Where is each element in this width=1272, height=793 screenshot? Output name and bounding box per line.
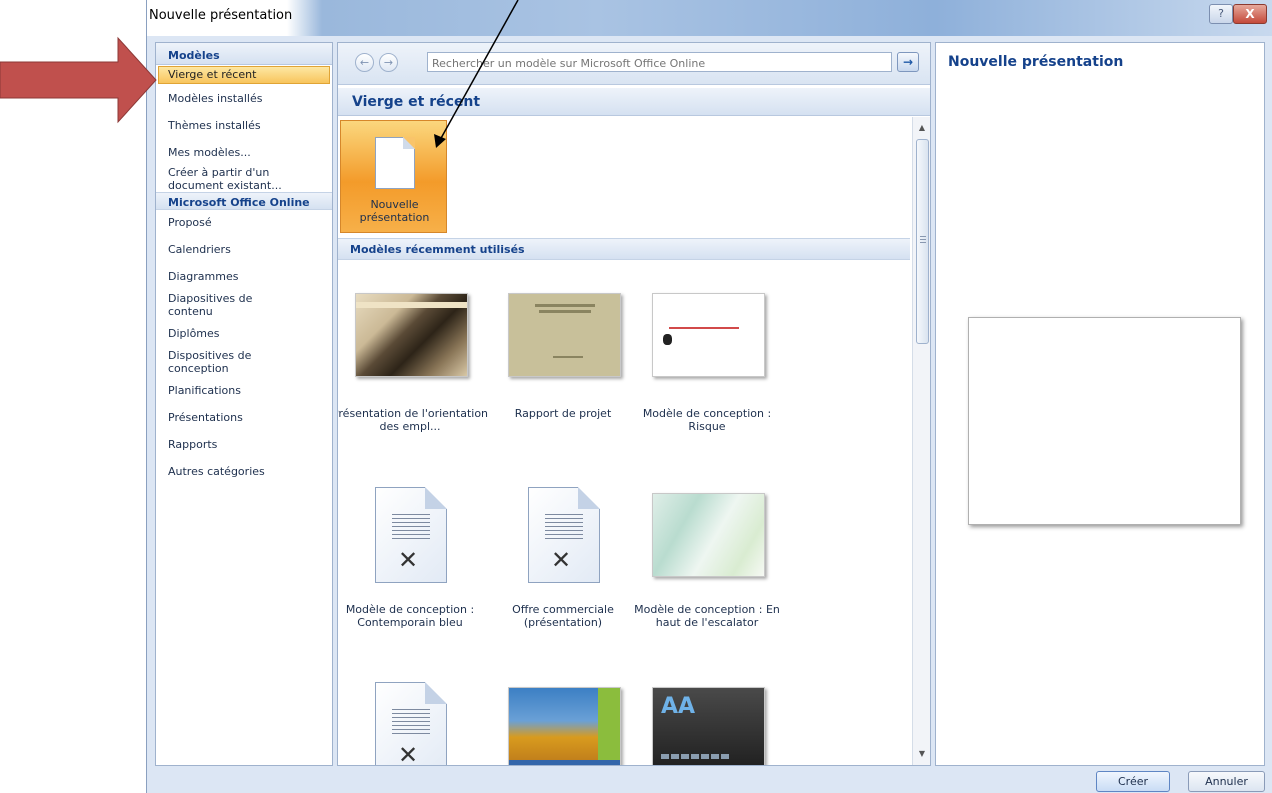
- forward-icon[interactable]: →: [379, 53, 398, 72]
- templates-main-pane: ← → → Vierge et récent Nouvelle présenta…: [337, 42, 931, 766]
- template-thumbnail-orientation: [355, 293, 468, 377]
- template-label: Modèle de conception : Risque: [642, 407, 772, 433]
- thumbnail-letters: AA: [661, 694, 696, 719]
- templates-sidebar: Modèles Vierge et récent Modèles install…: [155, 42, 333, 766]
- scroll-down-icon[interactable]: ▼: [915, 747, 929, 761]
- template-thumbnail-sunflower: [508, 687, 621, 765]
- new-presentation-dialog: Nouvelle présentation ? X Modèles Vierge…: [146, 0, 1272, 793]
- template-label: Modèle de conception : En haut de l'esca…: [634, 603, 780, 629]
- recent-templates-header: Modèles récemment utilisés: [338, 238, 910, 260]
- title-bar: Nouvelle présentation ? X: [147, 0, 1272, 36]
- create-button[interactable]: Créer: [1096, 771, 1170, 792]
- sidebar-item-installed-templates[interactable]: Modèles installés: [156, 92, 332, 105]
- template-document-icon: ✕: [508, 487, 621, 587]
- blank-document-icon: [375, 137, 415, 189]
- template-label: Offre commerciale (présentation): [512, 603, 614, 629]
- template-document-icon: ✕: [355, 682, 468, 765]
- templates-gallery: Nouvelle présentation Modèles récemment …: [338, 117, 910, 765]
- template-thumbnail-risk: [652, 293, 765, 377]
- sidebar-item-my-templates[interactable]: Mes modèles...: [156, 146, 332, 159]
- content-heading: Vierge et récent: [338, 88, 930, 116]
- sidebar-item-content-slides[interactable]: Diapositives de contenu: [156, 292, 266, 318]
- sidebar-item-calendars[interactable]: Calendriers: [156, 243, 332, 256]
- search-input[interactable]: [427, 52, 892, 72]
- sidebar-item-presentations[interactable]: Présentations: [156, 411, 332, 424]
- search-toolbar: ← → →: [338, 43, 930, 85]
- template-thumbnail-escalator: [652, 493, 765, 577]
- back-icon[interactable]: ←: [355, 53, 374, 72]
- sidebar-item-reports[interactable]: Rapports: [156, 438, 332, 451]
- sidebar-item-from-existing[interactable]: Créer à partir d'un document existant...: [156, 166, 296, 192]
- sidebar-online-header: Microsoft Office Online: [156, 192, 332, 210]
- preview-thumbnail: [968, 317, 1241, 525]
- scroll-up-icon[interactable]: ▲: [915, 121, 929, 135]
- preview-title: Nouvelle présentation: [948, 54, 1124, 70]
- sidebar-item-diplomas[interactable]: Diplômes: [156, 327, 332, 340]
- go-icon[interactable]: →: [897, 52, 919, 72]
- gallery-scrollbar[interactable]: ▲ ▼: [912, 117, 930, 765]
- preview-pane: Nouvelle présentation: [935, 42, 1265, 766]
- template-label: Présentation de l'orientation des empl..…: [338, 407, 489, 433]
- template-thumbnail-dark: AA: [652, 687, 765, 765]
- red-annotation-arrow: [0, 36, 157, 124]
- sidebar-header: Modèles: [156, 43, 332, 65]
- blank-presentation-label: Nouvelle présentation: [359, 198, 430, 224]
- template-document-icon: ✕: [355, 487, 468, 587]
- template-label: Modèle de conception : Contemporain bleu: [345, 603, 475, 629]
- cancel-button[interactable]: Annuler: [1188, 771, 1265, 792]
- sidebar-item-featured[interactable]: Proposé: [156, 216, 332, 229]
- help-icon[interactable]: ?: [1209, 4, 1233, 24]
- sidebar-item-design-slides[interactable]: Dispositives de conception: [156, 349, 266, 375]
- screenshot-root: Nouvelle présentation ? X Modèles Vierge…: [0, 0, 1272, 793]
- scrollbar-thumb[interactable]: [916, 139, 929, 344]
- blank-presentation-tile[interactable]: Nouvelle présentation: [340, 120, 447, 233]
- template-label: Rapport de projet: [514, 407, 612, 420]
- sidebar-item-blank-recent[interactable]: Vierge et récent: [158, 66, 330, 84]
- sidebar-item-schedules[interactable]: Planifications: [156, 384, 332, 397]
- close-icon[interactable]: X: [1233, 4, 1267, 24]
- sidebar-item-other-categories[interactable]: Autres catégories: [156, 465, 332, 478]
- window-title: Nouvelle présentation: [149, 8, 293, 23]
- sidebar-item-diagrams[interactable]: Diagrammes: [156, 270, 332, 283]
- sidebar-item-installed-themes[interactable]: Thèmes installés: [156, 119, 332, 132]
- template-thumbnail-project-report: [508, 293, 621, 377]
